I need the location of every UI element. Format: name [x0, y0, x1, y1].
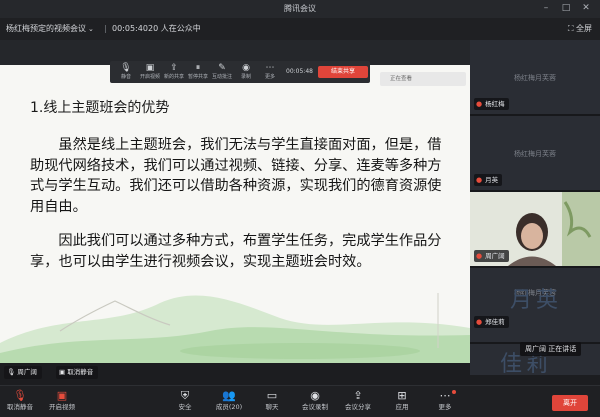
- tile-name: ● 月英: [474, 174, 503, 186]
- apps-button[interactable]: ⊞ 应用: [382, 389, 422, 412]
- record-button[interactable]: ◉ 会议录制: [295, 389, 335, 412]
- start-video-button[interactable]: ▣ 开启视频: [42, 389, 82, 412]
- share-icon: ⇪: [353, 389, 363, 402]
- maximize-icon[interactable]: □: [560, 3, 572, 13]
- members-icon: 👥: [222, 389, 236, 402]
- camera-icon: ▣: [145, 63, 155, 73]
- share-mute-button[interactable]: 🎙 静音: [114, 63, 138, 80]
- participant-count: 20 人在公众中: [148, 24, 201, 33]
- record-icon: ◉: [242, 63, 250, 73]
- slide-paragraph-1: 虽然是线上主题班会，我们无法与学生直接面对面，但是，借助现代网络技术，我们可以通…: [30, 137, 442, 215]
- fullscreen-icon: ⛶: [567, 24, 574, 33]
- new-share-button[interactable]: ⇪ 新的共享: [162, 63, 186, 80]
- mic-icon: 🎙: [120, 63, 132, 73]
- mic-icon: 🎙: [7, 368, 16, 376]
- meeting-window: 腾讯会议 – □ ✕ 杨红梅预定的视频会议 ⌄ | 00:05:40 20 人在…: [0, 0, 600, 417]
- screen-share-area: 1.线上主题班会的优势 虽然是线上主题班会，我们无法与学生直接面对面，但是，借助…: [0, 40, 470, 363]
- mic-muted-icon: ●: [476, 176, 483, 184]
- more-icon: ⋯: [265, 63, 275, 73]
- chat-icon: ▭: [266, 389, 278, 402]
- camera-icon: ▣: [59, 368, 66, 376]
- more-button[interactable]: ⋯ 更多: [425, 389, 465, 412]
- security-button[interactable]: ⛨ 安全: [165, 389, 205, 412]
- avatar-text: 月英: [510, 288, 563, 313]
- video-tile[interactable]: 杨红梅月芙蓉 ● 月英: [470, 116, 600, 190]
- shared-slide: 1.线上主题班会的优势 虽然是线上主题班会，我们无法与学生直接面对面，但是，借助…: [0, 65, 470, 363]
- ink-landscape-decoration: [0, 293, 470, 363]
- chat-button[interactable]: ▭ 聊天: [252, 389, 292, 412]
- video-tile[interactable]: 杨红梅月芙蓉 ● 杨红梅: [470, 40, 600, 114]
- share-more-button[interactable]: ⋯ 更多: [258, 63, 282, 80]
- slide-paragraph-2: 因此我们可以通过多种方式，布置学生任务，完成学生作品分享，也可以由学生进行视频会…: [30, 233, 442, 270]
- mic-muted-icon: 🎙: [13, 389, 27, 402]
- members-button[interactable]: 👥 成员(20): [209, 389, 249, 412]
- tile-watermark: 杨红梅月芙蓉: [514, 74, 556, 82]
- divider: |: [104, 24, 107, 33]
- share-toolbar: 🎙 静音 ▣ 开启视频 ⇪ 新的共享 ⏸ 暂停共享 ✎ 互动批注 ◉ 录制 ⋯ …: [110, 61, 370, 83]
- pause-icon: ⏸: [195, 63, 201, 73]
- more-icon: ⋯: [439, 389, 451, 402]
- annotate-button[interactable]: ✎ 互动批注: [210, 63, 234, 80]
- mic-muted-icon: ●: [476, 318, 483, 326]
- meeting-info-bar: 杨红梅预定的视频会议 ⌄ | 00:05:40 20 人在公众中 ⛶ 全屏: [0, 18, 600, 40]
- security-icon: ⛨: [180, 389, 190, 402]
- meeting-duration: 00:05:40: [112, 24, 148, 33]
- video-tile[interactable]: 杨红梅月芙蓉 月英 ● 郑佳莉: [470, 268, 600, 342]
- meeting-name[interactable]: 杨红梅预定的视频会议: [6, 24, 86, 34]
- unmute-tag[interactable]: ▣ 取消静音: [56, 366, 99, 379]
- mic-muted-icon: ●: [476, 252, 483, 260]
- close-icon[interactable]: ✕: [580, 3, 592, 13]
- fullscreen-button[interactable]: ⛶ 全屏: [568, 23, 592, 34]
- stop-share-button[interactable]: 结束共享: [318, 66, 368, 78]
- share-speaker-tag: 🎙 周广阔: [4, 366, 42, 379]
- annotate-icon: ✎: [218, 63, 226, 73]
- bottom-toolbar: 🎙 取消静音 ▣ 开启视频 ⛨ 安全 👥 成员(20) ▭ 聊天 ◉ 会议录制 …: [0, 385, 600, 417]
- share-timer: 00:05:48: [286, 68, 313, 75]
- speaking-indicator: 周广阔 正在讲话: [520, 342, 582, 356]
- meeting-share-button[interactable]: ⇪ 会议分享: [338, 389, 378, 412]
- unmute-button[interactable]: 🎙 取消静音: [0, 389, 40, 412]
- minimize-icon[interactable]: –: [540, 3, 552, 13]
- video-gallery: 杨红梅月芙蓉 ● 杨红梅 杨红梅月芙蓉 ● 月英 ● 周广阔 杨红梅月芙蓉 月英 ● 郑…: [470, 40, 600, 375]
- video-tile-camera[interactable]: ● 周广阔: [470, 192, 600, 266]
- tile-name: ● 杨红梅: [474, 98, 509, 110]
- viewing-indicator[interactable]: 正在查看: [380, 72, 466, 86]
- tile-name: ● 周广阔: [474, 250, 509, 262]
- pause-share-button[interactable]: ⏸ 暂停共享: [186, 63, 210, 80]
- camera-off-icon: ▣: [56, 389, 68, 402]
- notification-dot: [452, 390, 456, 394]
- chevron-down-icon[interactable]: ⌄: [88, 24, 94, 34]
- apps-icon: ⊞: [397, 389, 407, 402]
- share-record-button[interactable]: ◉ 录制: [234, 63, 258, 80]
- share-icon: ⇪: [170, 63, 178, 73]
- title-bar: 腾讯会议 – □ ✕: [0, 0, 600, 18]
- leave-meeting-button[interactable]: 离开: [552, 395, 588, 411]
- record-icon: ◉: [310, 389, 320, 402]
- slide-title: 1.线上主题班会的优势: [30, 100, 170, 116]
- tile-name: ● 郑佳莉: [474, 316, 509, 328]
- window-title: 腾讯会议: [284, 4, 316, 13]
- mic-muted-icon: ●: [476, 100, 483, 108]
- share-video-button[interactable]: ▣ 开启视频: [138, 63, 162, 80]
- fullscreen-label: 全屏: [576, 24, 592, 33]
- tile-watermark: 杨红梅月芙蓉: [514, 150, 556, 158]
